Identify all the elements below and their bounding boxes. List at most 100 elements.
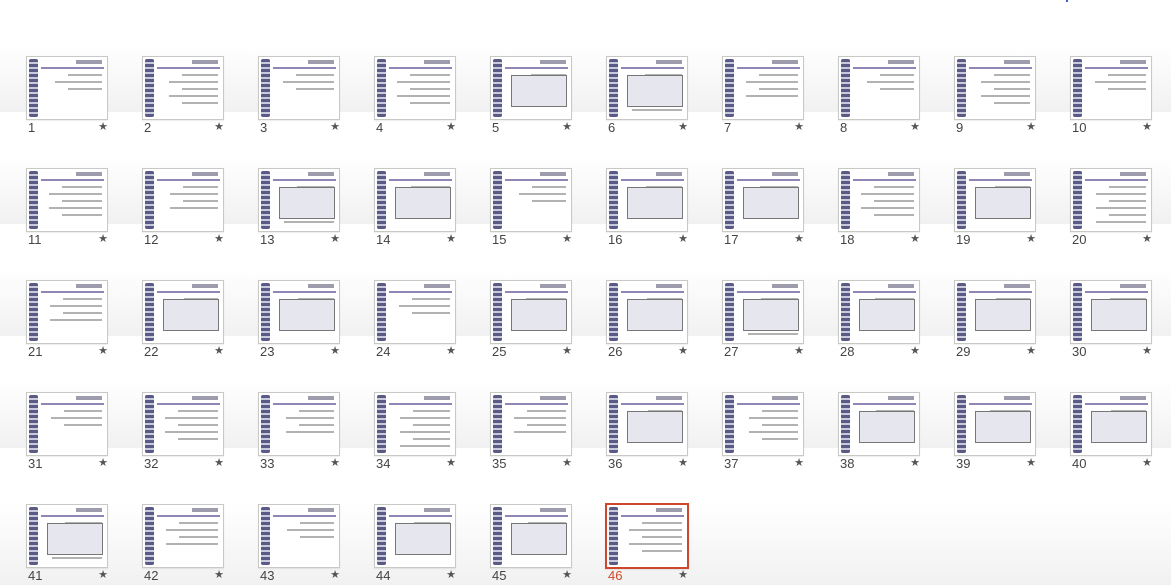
slide-preview[interactable] (490, 280, 572, 344)
slide-preview[interactable] (606, 56, 688, 120)
slide-preview[interactable] (838, 392, 920, 456)
slide-thumbnail[interactable]: 9 ★ (954, 56, 1038, 136)
star-icon[interactable]: ★ (562, 568, 572, 582)
slide-preview[interactable] (374, 392, 456, 456)
slide-thumbnail[interactable]: 45 ★ (490, 504, 574, 584)
star-icon[interactable]: ★ (214, 456, 224, 470)
slide-thumbnail[interactable]: 24 ★ (374, 280, 458, 360)
slide-thumbnail[interactable]: 46 ★ (605, 503, 690, 584)
slide-thumbnail[interactable]: 15 ★ (490, 168, 574, 248)
slide-thumbnail[interactable]: 18 ★ (838, 168, 922, 248)
slide-thumbnail[interactable]: 1 ★ (26, 56, 110, 136)
slide-preview[interactable] (606, 168, 688, 232)
slide-preview[interactable] (258, 392, 340, 456)
slide-thumbnail[interactable]: 43 ★ (258, 504, 342, 584)
star-icon[interactable]: ★ (330, 568, 340, 582)
star-icon[interactable]: ★ (562, 120, 572, 134)
slide-thumbnail[interactable]: 37 ★ (722, 392, 806, 472)
star-icon[interactable]: ★ (910, 120, 920, 134)
slide-preview[interactable] (722, 56, 804, 120)
slide-preview[interactable] (374, 504, 456, 568)
slide-preview[interactable] (258, 168, 340, 232)
slide-thumbnail[interactable]: 32 ★ (142, 392, 226, 472)
slide-thumbnail[interactable]: 11 ★ (26, 168, 110, 248)
star-icon[interactable]: ★ (98, 456, 108, 470)
star-icon[interactable]: ★ (446, 232, 456, 246)
slide-preview[interactable] (142, 56, 224, 120)
star-icon[interactable]: ★ (330, 120, 340, 134)
slide-thumbnail[interactable]: 42 ★ (142, 504, 226, 584)
star-icon[interactable]: ★ (1142, 456, 1152, 470)
star-icon[interactable]: ★ (98, 232, 108, 246)
star-icon[interactable]: ★ (1142, 344, 1152, 358)
slide-preview[interactable] (605, 503, 689, 569)
star-icon[interactable]: ★ (98, 568, 108, 582)
slide-preview[interactable] (606, 392, 688, 456)
star-icon[interactable]: ★ (678, 120, 688, 134)
slide-preview[interactable] (490, 56, 572, 120)
slide-thumbnail[interactable]: 14 ★ (374, 168, 458, 248)
slide-thumbnail[interactable]: 29 ★ (954, 280, 1038, 360)
slide-preview[interactable] (490, 168, 572, 232)
slide-preview[interactable] (26, 168, 108, 232)
star-icon[interactable]: ★ (562, 344, 572, 358)
slide-preview[interactable] (722, 168, 804, 232)
slide-preview[interactable] (374, 168, 456, 232)
star-icon[interactable]: ★ (1026, 232, 1036, 246)
star-icon[interactable]: ★ (794, 232, 804, 246)
slide-thumbnail[interactable]: 36 ★ (606, 392, 690, 472)
slide-thumbnail[interactable]: 16 ★ (606, 168, 690, 248)
star-icon[interactable]: ★ (910, 456, 920, 470)
slide-thumbnail[interactable]: 39 ★ (954, 392, 1038, 472)
slide-thumbnail[interactable]: 31 ★ (26, 392, 110, 472)
star-icon[interactable]: ★ (678, 232, 688, 246)
star-icon[interactable]: ★ (446, 120, 456, 134)
star-icon[interactable]: ★ (214, 344, 224, 358)
star-icon[interactable]: ★ (214, 568, 224, 582)
star-icon[interactable]: ★ (1026, 344, 1036, 358)
slide-preview[interactable] (838, 168, 920, 232)
slide-preview[interactable] (722, 392, 804, 456)
star-icon[interactable]: ★ (330, 232, 340, 246)
slide-preview[interactable] (838, 280, 920, 344)
star-icon[interactable]: ★ (330, 456, 340, 470)
star-icon[interactable]: ★ (1142, 232, 1152, 246)
star-icon[interactable]: ★ (1026, 456, 1036, 470)
slide-thumbnail[interactable]: 35 ★ (490, 392, 574, 472)
star-icon[interactable]: ★ (678, 568, 688, 582)
star-icon[interactable]: ★ (1142, 120, 1152, 134)
slide-thumbnail[interactable]: 17 ★ (722, 168, 806, 248)
star-icon[interactable]: ★ (446, 456, 456, 470)
slide-thumbnail[interactable]: 21 ★ (26, 280, 110, 360)
slide-thumbnail[interactable]: 13 ★ (258, 168, 342, 248)
star-icon[interactable]: ★ (446, 568, 456, 582)
slide-thumbnail[interactable]: 7 ★ (722, 56, 806, 136)
slide-preview[interactable] (490, 392, 572, 456)
star-icon[interactable]: ★ (98, 344, 108, 358)
slide-preview[interactable] (722, 280, 804, 344)
star-icon[interactable]: ★ (98, 120, 108, 134)
slide-thumbnail[interactable]: 41 ★ (26, 504, 110, 584)
star-icon[interactable]: ★ (446, 344, 456, 358)
slide-preview[interactable] (258, 280, 340, 344)
star-icon[interactable]: ★ (678, 344, 688, 358)
slide-preview[interactable] (258, 56, 340, 120)
slide-thumbnail[interactable]: 6 ★ (606, 56, 690, 136)
slide-thumbnail[interactable]: 22 ★ (142, 280, 226, 360)
star-icon[interactable]: ★ (678, 456, 688, 470)
slide-preview[interactable] (954, 280, 1036, 344)
star-icon[interactable]: ★ (794, 344, 804, 358)
star-icon[interactable]: ★ (910, 344, 920, 358)
slide-thumbnail[interactable]: 26 ★ (606, 280, 690, 360)
slide-preview[interactable] (606, 280, 688, 344)
slide-preview[interactable] (1070, 56, 1152, 120)
star-icon[interactable]: ★ (562, 232, 572, 246)
slide-thumbnail[interactable]: 27 ★ (722, 280, 806, 360)
slide-thumbnail[interactable]: 19 ★ (954, 168, 1038, 248)
star-icon[interactable]: ★ (794, 120, 804, 134)
slide-preview[interactable] (1070, 168, 1152, 232)
slide-preview[interactable] (954, 392, 1036, 456)
slide-preview[interactable] (26, 392, 108, 456)
star-icon[interactable]: ★ (214, 120, 224, 134)
slide-preview[interactable] (142, 168, 224, 232)
